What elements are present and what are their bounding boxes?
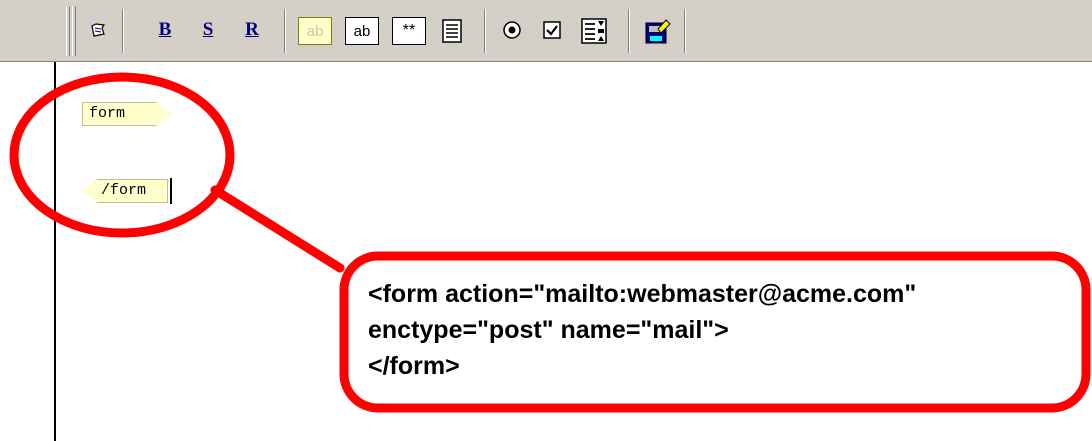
textfield-icon[interactable]: ab	[345, 17, 379, 45]
form-open-tag[interactable]: form	[82, 102, 172, 126]
toolbar-separator	[484, 9, 486, 53]
callout-line: enctype="post" name="mail">	[368, 316, 729, 344]
toolbar-grip[interactable]	[72, 6, 76, 56]
textarea-icon[interactable]	[440, 18, 464, 44]
text-cursor	[170, 178, 172, 204]
select-list-icon[interactable]	[580, 17, 608, 45]
callout-line: </form>	[368, 352, 460, 380]
toolbar-separator	[684, 9, 686, 53]
toolbar: B S R ab ab **	[0, 0, 1092, 62]
checkbox-icon[interactable]	[540, 19, 564, 41]
r-button[interactable]: R	[240, 19, 264, 41]
bold-button[interactable]: B	[153, 19, 177, 41]
textfield-disabled-icon[interactable]: ab	[298, 17, 332, 45]
document-icon[interactable]	[86, 19, 110, 41]
callout-line: <form action="mailto:webmaster@acme.com"	[368, 280, 917, 308]
radio-button-icon[interactable]	[500, 19, 524, 41]
form-close-tag[interactable]: /form	[82, 179, 168, 203]
toolbar-grip[interactable]	[66, 6, 70, 56]
password-field-icon[interactable]: **	[392, 17, 426, 45]
callout-text: <form action="mailto:webmaster@acme.com"…	[368, 276, 1088, 384]
submit-image-icon[interactable]	[644, 17, 672, 45]
toolbar-separator	[122, 9, 124, 53]
strike-button[interactable]: S	[196, 19, 220, 41]
editor-pane[interactable]: form /form	[54, 62, 1092, 441]
toolbar-separator	[284, 9, 286, 53]
toolbar-separator	[628, 9, 630, 53]
